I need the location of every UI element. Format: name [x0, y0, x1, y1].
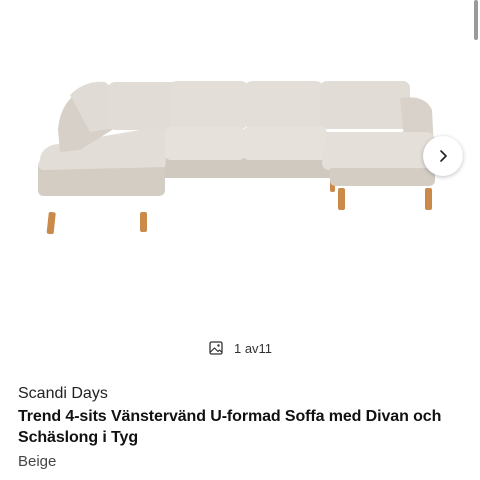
sofa-leg [425, 188, 432, 210]
sofa-leg [46, 211, 56, 235]
chevron-right-icon [440, 150, 447, 162]
product-title: Trend 4-sits Vänstervänd U-formad Soffa … [18, 408, 442, 446]
image-counter-text: 1 av11 [234, 341, 272, 356]
product-color: Beige [18, 453, 57, 470]
product-image-gallery[interactable] [0, 0, 480, 330]
image-icon [208, 340, 224, 356]
image-counter-current: 1 [233, 340, 242, 356]
image-counter-total: 11 [258, 340, 273, 356]
sofa-leg [338, 188, 345, 210]
image-counter-separator: av [244, 340, 259, 356]
next-image-button[interactable] [423, 136, 463, 176]
product-image [38, 81, 435, 235]
product-info: Scandi Days Trend 4-sits Vänstervänd U-f… [18, 383, 468, 472]
sofa-leg [140, 212, 147, 232]
image-counter: 1 av11 [0, 340, 480, 356]
product-brand[interactable]: Scandi Days [18, 383, 468, 404]
